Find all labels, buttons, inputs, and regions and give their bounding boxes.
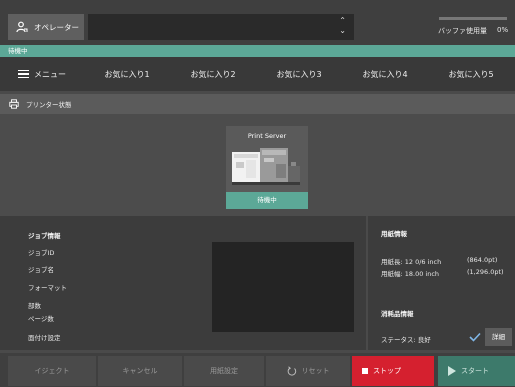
paper-info-title: 用紙情報 [381, 230, 407, 238]
favorite-5-button[interactable]: お気に入り5 [428, 57, 514, 91]
message-scroll[interactable]: ⌃ ⌄ [339, 17, 346, 35]
paper-settings-label: 用紙設定 [210, 367, 238, 375]
print-server-status: 待機中 [226, 192, 308, 209]
print-server-card[interactable]: Print Server 待機中 [226, 126, 308, 209]
chevron-down-icon[interactable]: ⌄ [339, 27, 346, 35]
paper-width: 用紙幅: 18.00 inch [381, 270, 440, 278]
copies-label: 部数 [28, 302, 41, 310]
format-label: フォーマット [28, 284, 67, 292]
consumables-status: ステータス: 良好 [381, 336, 431, 344]
printer-status-header: プリンター状態 [0, 94, 515, 114]
reset-button[interactable]: リセット [266, 356, 350, 386]
printer-machine-image [232, 148, 300, 185]
stop-icon [362, 368, 368, 374]
start-label: スタート [461, 367, 489, 375]
paper-settings-button[interactable]: 用紙設定 [184, 356, 264, 386]
reset-label: リセット [301, 367, 330, 375]
paper-length-pt: (864.0pt) [467, 256, 498, 264]
nav-bar: メニュー お気に入り1 お気に入り2 お気に入り3 お気に入り4 お気に入り5 [0, 57, 515, 91]
job-info-title: ジョブ情報 [28, 232, 61, 240]
cancel-label: キャンセル [122, 367, 158, 375]
pages-label: ページ数 [28, 315, 54, 323]
job-id-label: ジョブID [28, 249, 55, 257]
favorite-4-button[interactable]: お気に入り4 [342, 57, 428, 91]
start-button[interactable]: スタート [438, 356, 515, 386]
paper-length: 用紙長: 12 0/6 inch [381, 258, 442, 266]
operator-button[interactable]: オペレーター [8, 14, 84, 40]
stop-label: ストップ [373, 367, 401, 375]
job-info-panel: ジョブ情報 ジョブID ジョブ名 フォーマット 部数 ページ数 面付け設定 [0, 216, 366, 350]
buffer-usage-label: バッファ使用量 [438, 27, 487, 35]
play-icon [448, 366, 456, 376]
buffer-usage-bar [439, 17, 507, 20]
print-server-title: Print Server [247, 132, 287, 140]
printer-status-title: プリンター状態 [26, 101, 72, 109]
stop-button[interactable]: ストップ [352, 356, 434, 386]
chevron-up-icon[interactable]: ⌃ [339, 17, 346, 25]
eject-label: イジェクト [34, 367, 70, 375]
menu-label: メニュー [34, 69, 66, 79]
menu-button[interactable]: メニュー [0, 57, 84, 91]
operator-user-icon [16, 21, 28, 33]
message-box[interactable]: ⌃ ⌄ [88, 14, 354, 40]
eject-button[interactable]: イジェクト [8, 356, 96, 386]
buffer-usage-value: 0% [497, 26, 509, 34]
hamburger-icon [18, 70, 29, 78]
cancel-button[interactable]: キャンセル [98, 356, 182, 386]
paper-width-pt: (1,296.0pt) [467, 268, 504, 276]
operator-label: オペレーター [34, 22, 79, 32]
imposition-label: 面付け設定 [28, 334, 61, 342]
favorite-2-button[interactable]: お気に入り2 [170, 57, 256, 91]
check-icon [469, 332, 481, 342]
printer-icon [9, 99, 19, 109]
printer-area: Print Server 待機中 [0, 114, 515, 216]
job-name-label: ジョブ名 [28, 266, 54, 274]
reset-icon [287, 366, 296, 376]
favorite-1-button[interactable]: お気に入り1 [84, 57, 170, 91]
favorite-3-button[interactable]: お気に入り3 [256, 57, 342, 91]
consumables-title: 消耗品情報 [381, 310, 414, 318]
consumables-detail-button[interactable]: 詳細 [485, 328, 512, 346]
job-preview [212, 242, 354, 332]
top-bar: オペレーター ⌃ ⌄ バッファ使用量 0% [0, 0, 515, 45]
printer-status-strip: 待機中 [0, 45, 515, 57]
